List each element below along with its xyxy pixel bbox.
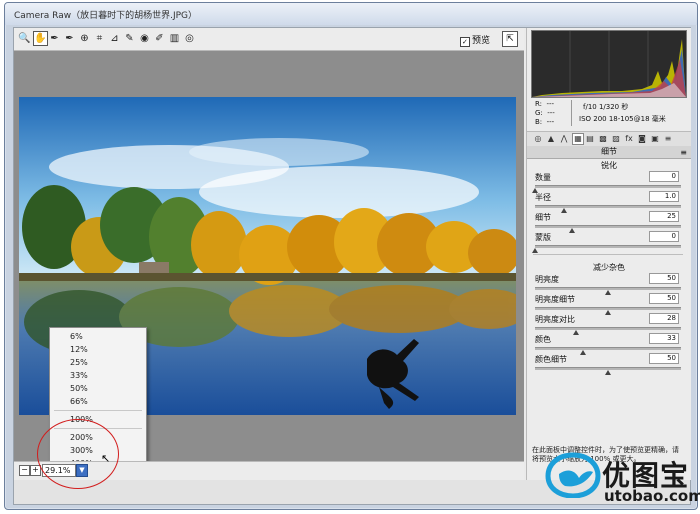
watermark-url: utobao.com xyxy=(604,487,700,505)
panel-tab-icon[interactable]: ≡ xyxy=(663,134,673,144)
zoom-menu-item-label: 6% xyxy=(70,332,83,341)
slider-value-field[interactable]: 25 xyxy=(649,211,679,222)
sharpening-title: 锐化 xyxy=(601,161,617,170)
target-adjust-icon[interactable]: ⊕ xyxy=(78,32,91,45)
zoom-icon[interactable]: 🔍 xyxy=(18,32,31,45)
slider-value-field[interactable]: 1.0 xyxy=(649,191,679,202)
exif-iso-lens: ISO 200 18-105@18 毫米 xyxy=(579,115,666,123)
panel-tab-icon[interactable]: fx xyxy=(624,134,634,144)
slider-label: 颜色细节 xyxy=(535,355,567,364)
spot-removal-icon[interactable]: ✎ xyxy=(123,32,136,45)
zoom-menu-item[interactable]: 12% xyxy=(50,344,146,356)
preview-checkbox[interactable]: ✓ 预览 xyxy=(459,33,490,47)
panel-tab-icon[interactable]: ⋀ xyxy=(559,134,569,144)
panel-tab-icon[interactable]: ▦ xyxy=(572,133,584,145)
window-title: Camera Raw（放日暮时下的胡杨世界.JPG） xyxy=(14,11,198,21)
slider-label: 细节 xyxy=(535,213,551,222)
menu-separator xyxy=(54,410,142,411)
slider-value-field[interactable]: 0 xyxy=(649,171,679,182)
zoom-menu-item-label: 66% xyxy=(70,397,88,406)
slider-label: 半径 xyxy=(535,193,551,202)
adjustment-brush-icon[interactable]: ✐ xyxy=(153,32,166,45)
slider-label: 明亮度细节 xyxy=(535,295,575,304)
title-bar: Camera Raw（放日暮时下的胡杨世界.JPG） xyxy=(5,3,697,25)
white-balance-icon[interactable]: ✒ xyxy=(48,32,61,45)
slider-thumb[interactable] xyxy=(561,208,568,213)
exif-info: R: --- G: --- B: --- f/10 1/320 秒 ISO 20… xyxy=(531,98,685,128)
red-eye-icon[interactable]: ◉ xyxy=(138,32,151,45)
panel-tab-icon[interactable]: ▲ xyxy=(546,134,556,144)
slider-thumb[interactable] xyxy=(532,248,538,253)
slider-label: 颜色 xyxy=(535,335,551,344)
slider-track[interactable] xyxy=(532,185,681,193)
zoom-menu-item-label: 12% xyxy=(70,345,88,354)
zoom-menu-item[interactable]: 33% xyxy=(50,370,146,382)
panel-tab-icon[interactable]: ▤ xyxy=(585,134,595,144)
zoom-menu-item[interactable]: 25% xyxy=(50,357,146,369)
slider-label: 明亮度对比 xyxy=(535,315,575,324)
zoom-menu-item-label: 33% xyxy=(70,371,88,380)
slider-value-field[interactable]: 33 xyxy=(649,333,679,344)
zoom-menu-item[interactable]: 6% xyxy=(50,331,146,343)
panel-tab-icon[interactable]: ▩ xyxy=(598,134,608,144)
utobao-logo-icon xyxy=(545,452,601,498)
slider-value-field[interactable]: 28 xyxy=(649,313,679,324)
slider-track[interactable] xyxy=(535,367,681,375)
graduated-filter-icon[interactable]: ▥ xyxy=(168,32,181,45)
noise-reduction-title: 减少杂色 xyxy=(593,263,625,272)
slider-thumb[interactable] xyxy=(605,310,611,315)
slider-thumb[interactable] xyxy=(605,290,611,295)
crop-icon[interactable]: ⌗ xyxy=(93,32,106,45)
slider-thumb[interactable] xyxy=(572,330,579,335)
panel-menu-icon[interactable]: ≡ xyxy=(680,147,687,159)
panel-title: 细节 xyxy=(601,147,617,156)
info-divider xyxy=(571,100,572,126)
toolbar: ✓ 预览 ⇱ 🔍 ✋ ✒ ✒ ⊕ ⌗ ⊿ ✎ ◉ ✐ ▥ ◎ xyxy=(14,28,524,51)
exif-aperture-shutter: f/10 1/320 秒 xyxy=(583,103,629,111)
slider-thumb[interactable] xyxy=(605,370,611,375)
panel-tab-icon[interactable]: ◙ xyxy=(637,134,647,144)
zoom-menu-item[interactable]: 50% xyxy=(50,383,146,395)
slider-label: 蒙版 xyxy=(535,233,551,242)
slider-label: 数量 xyxy=(535,173,551,182)
dialog-body: ✓ 预览 ⇱ 🔍 ✋ ✒ ✒ ⊕ ⌗ ⊿ ✎ ◉ ✐ ▥ ◎ 6% 12% 25… xyxy=(13,27,691,505)
straighten-icon[interactable]: ⊿ xyxy=(108,32,121,45)
slider-value-field[interactable]: 50 xyxy=(649,353,679,364)
slider-thumb[interactable] xyxy=(580,350,587,355)
slider-track[interactable] xyxy=(535,205,681,213)
rgb-readout: R: --- G: --- B: --- xyxy=(535,100,555,126)
slider-value-field[interactable]: 0 xyxy=(649,231,679,242)
slider-label: 明亮度 xyxy=(535,275,559,284)
mouse-cursor-icon: ↖ xyxy=(101,452,111,465)
rotate-icon[interactable]: ◎ xyxy=(183,32,196,45)
slider-track[interactable] xyxy=(535,347,681,355)
slider-track[interactable] xyxy=(535,327,681,335)
zoom-out-button[interactable]: − xyxy=(19,465,30,476)
slider-track[interactable] xyxy=(535,225,681,233)
right-panel: R: --- G: --- B: --- f/10 1/320 秒 ISO 20… xyxy=(526,28,691,480)
slider-track[interactable] xyxy=(535,287,681,295)
color-sampler-icon[interactable]: ✒ xyxy=(63,32,76,45)
hand-icon[interactable]: ✋ xyxy=(33,31,48,46)
zoom-menu-item[interactable]: 66% xyxy=(50,396,146,408)
panel-tabs: ◎ ▲ ⋀ ▦ ▤ ▩ ▨ fx ◙ ▣ ≡ xyxy=(527,131,691,147)
section-divider xyxy=(533,254,683,255)
panel-header: 细节 ≡ xyxy=(527,146,691,159)
slider-value-field[interactable]: 50 xyxy=(649,273,679,284)
slider-thumb[interactable] xyxy=(568,228,575,233)
histogram xyxy=(531,30,687,98)
checkbox-check-icon: ✓ xyxy=(459,37,470,47)
panel-tab-icon[interactable]: ◎ xyxy=(533,134,543,144)
zoom-menu-item-label: 25% xyxy=(70,358,88,367)
preview-label: 预览 xyxy=(471,36,490,46)
slider-track[interactable] xyxy=(532,245,681,253)
panel-tab-icon[interactable]: ▣ xyxy=(650,134,660,144)
fullscreen-toggle-icon[interactable]: ⇱ xyxy=(502,31,518,47)
panel-tab-icon[interactable]: ▨ xyxy=(611,134,621,144)
slider-value-field[interactable]: 50 xyxy=(649,293,679,304)
slider-track[interactable] xyxy=(535,307,681,315)
zoom-menu-item-label: 50% xyxy=(70,384,88,393)
